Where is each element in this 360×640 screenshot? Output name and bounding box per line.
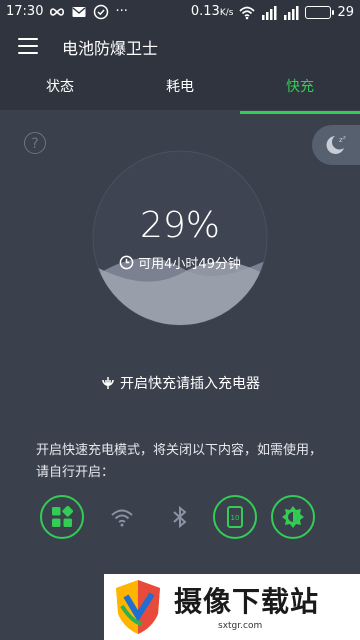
auto-rotate-toggle[interactable]: 10 [213,495,257,539]
watermark-text: 摄像下载站 [174,585,320,618]
brightness-icon [282,506,304,528]
toggle-row: 10 [40,495,330,541]
moon-icon: z z [326,135,346,154]
fast-charge-description: 开启快速充电模式，将关闭以下内容，如需使用，请自行开启： [36,443,323,480]
auto-rotate-icon: 10 [227,506,243,528]
more-notifications-icon: ··· [115,4,128,19]
plug-hint-text: 开启快充请插入充电器 [120,376,260,392]
apps-icon [52,506,73,527]
wifi-icon [111,509,133,527]
watermark-logo-icon [116,580,160,634]
svg-text:z: z [343,135,346,141]
network-speed-unit: K/s [219,8,234,18]
plug-hint: 开启快充请插入充电器 [0,373,360,393]
tab-power-usage[interactable]: 耗电 [120,68,240,110]
signal-icon-2 [283,5,299,21]
battery-icon [305,6,335,19]
wifi-status-icon [239,5,256,21]
menu-icon[interactable] [18,38,38,54]
app-bar: 电池防爆卫士 [0,24,360,68]
watermark-url: sxtgr.com [218,621,263,631]
sleep-mode-button[interactable]: z z [312,125,360,165]
network-speed-value: 0.13 [190,4,220,19]
app-title: 电池防爆卫士 [62,39,159,58]
tab-bar: 状态 耗电 快充 [0,68,360,114]
wifi-toggle[interactable] [100,495,144,539]
help-icon[interactable]: ? [24,132,46,154]
bluetooth-toggle[interactable] [158,495,202,539]
clock-icon [119,255,134,274]
apps-toggle[interactable] [40,495,84,539]
plug-icon [102,377,114,389]
check-circle-icon [93,4,109,20]
tab-fast-charge[interactable]: 快充 [240,68,360,114]
status-bar: 17:30 ··· 0.13K/s 29 [0,0,360,24]
svg-text:10: 10 [231,514,240,522]
watermark-banner: 摄像下载站 sxtgr.com [104,574,360,640]
signal-icon [261,5,277,21]
remaining-time: 可用4小时49分钟 [0,253,360,274]
network-speed: 0.13K/s [191,3,234,22]
battery-percentage: 29% [139,205,220,246]
infinity-icon [49,4,65,20]
brightness-toggle[interactable] [271,495,315,539]
bluetooth-icon [173,505,187,529]
remaining-time-text: 可用4小时49分钟 [138,257,241,272]
tab-status[interactable]: 状态 [0,68,120,110]
status-time: 17:30 [6,4,44,19]
mail-icon [71,4,87,20]
battery-level: 29 [337,4,354,20]
